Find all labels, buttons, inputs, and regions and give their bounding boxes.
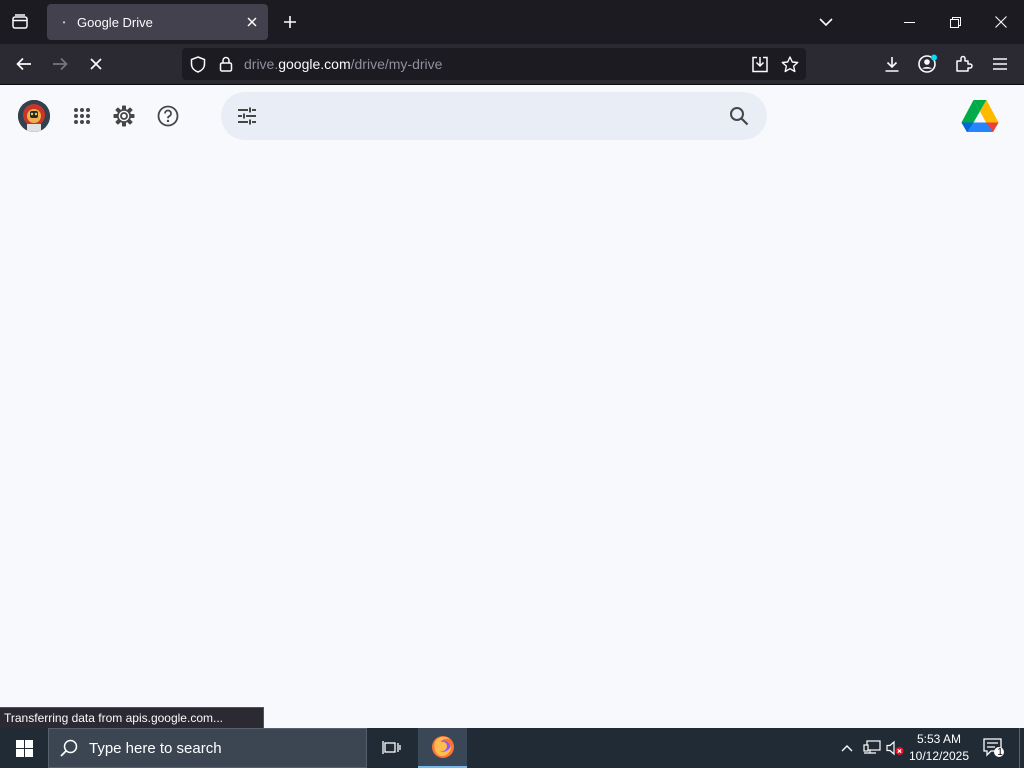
search-options-button[interactable] (235, 104, 259, 128)
windows-start-icon (15, 739, 33, 757)
stop-loading-button[interactable] (80, 48, 112, 80)
account-button[interactable] (912, 48, 944, 80)
action-center-button[interactable]: 1 (978, 728, 1010, 768)
google-drive-logo-icon (961, 100, 999, 132)
tab-title: Google Drive (77, 14, 153, 30)
loading-favicon-icon: • (62, 17, 66, 27)
save-to-pocket-button[interactable] (748, 52, 772, 76)
settings-gear-icon (113, 105, 135, 127)
new-tab-button[interactable] (276, 8, 304, 36)
volume-muted-icon (886, 740, 904, 756)
back-arrow-icon (16, 57, 31, 71)
tracking-protection-button[interactable] (186, 52, 210, 76)
taskbar-search-icon (59, 738, 79, 758)
restore-icon (949, 16, 961, 28)
address-bar[interactable]: drive.google.com/drive/my-drive (182, 48, 806, 80)
apps-grid-icon (74, 108, 90, 124)
back-button[interactable] (8, 48, 40, 80)
url-text[interactable]: drive.google.com/drive/my-drive (244, 56, 442, 72)
site-info-button[interactable] (214, 52, 238, 76)
downloads-button[interactable] (876, 48, 908, 80)
forward-button[interactable] (44, 48, 76, 80)
drive-search-input[interactable] (273, 102, 713, 130)
network-status-button[interactable] (860, 728, 884, 768)
search-button[interactable] (727, 104, 751, 128)
navigation-toolbar: drive.google.com/drive/my-drive (0, 44, 1024, 85)
account-avatar[interactable] (18, 100, 50, 132)
bookmark-star-icon (781, 55, 799, 72)
taskbar-firefox-app[interactable] (418, 728, 467, 768)
taskbar-clock[interactable]: 5:53 AM 10/12/2025 (906, 731, 972, 765)
list-all-tabs-button[interactable] (0, 0, 40, 44)
show-desktop-button[interactable] (1019, 728, 1024, 768)
settings-button[interactable] (110, 102, 138, 130)
minimize-icon (903, 21, 915, 23)
forward-arrow-icon (53, 57, 68, 71)
search-icon (730, 107, 749, 126)
windows-taskbar: Type here to search 5:53 AM 10/12/2025 1 (0, 728, 1024, 768)
lock-icon (219, 56, 233, 72)
browser-status-panel: Transferring data from apis.google.com..… (0, 707, 264, 728)
taskbar-search-placeholder: Type here to search (89, 739, 222, 757)
url-host-prefix: drive. (244, 56, 279, 72)
tray-chevron-icon (841, 745, 853, 752)
extensions-icon (956, 55, 973, 72)
restore-button[interactable] (932, 0, 978, 44)
task-view-button[interactable] (370, 728, 414, 768)
stop-loading-icon (90, 58, 102, 70)
clock-date: 10/12/2025 (908, 749, 970, 763)
list-all-tabs-icon (12, 14, 28, 29)
drive-search-bar (221, 92, 767, 140)
task-view-icon (382, 741, 401, 754)
extensions-button[interactable] (948, 48, 980, 80)
firefox-icon (431, 736, 454, 758)
browser-tab-strip: • Google Drive (0, 0, 1024, 44)
notification-count-badge: 1 (997, 747, 1003, 758)
taskbar-search-box[interactable]: Type here to search (48, 728, 367, 768)
show-hidden-icons-button[interactable] (836, 728, 858, 768)
close-window-icon (995, 16, 1007, 28)
tab-overflow-chevron-icon (819, 18, 833, 26)
clock-time: 5:53 AM (916, 732, 962, 746)
network-icon (863, 740, 881, 754)
account-icon (918, 54, 937, 73)
shield-icon (190, 55, 206, 73)
url-path: /drive/my-drive (350, 56, 443, 72)
volume-button[interactable] (884, 728, 906, 768)
app-menu-button[interactable] (984, 48, 1016, 80)
avatar-image (18, 100, 50, 132)
minimize-button[interactable] (886, 0, 932, 44)
bookmark-button[interactable] (778, 52, 802, 76)
save-page-icon (752, 56, 768, 72)
close-tab-button[interactable] (240, 10, 264, 34)
url-host: google.com (278, 56, 351, 72)
google-apps-button[interactable] (68, 102, 96, 130)
new-tab-icon (284, 16, 296, 28)
downloads-icon (885, 57, 899, 72)
help-button[interactable] (154, 102, 182, 130)
start-button[interactable] (0, 728, 48, 768)
search-options-icon (238, 107, 256, 125)
google-drive-logo[interactable] (961, 99, 999, 133)
tab-overflow-button[interactable] (812, 8, 840, 36)
close-tab-icon (247, 17, 257, 27)
tab-google-drive[interactable]: • Google Drive (47, 4, 268, 40)
close-window-button[interactable] (978, 0, 1024, 44)
menu-icon (993, 58, 1007, 70)
help-icon (157, 105, 179, 127)
